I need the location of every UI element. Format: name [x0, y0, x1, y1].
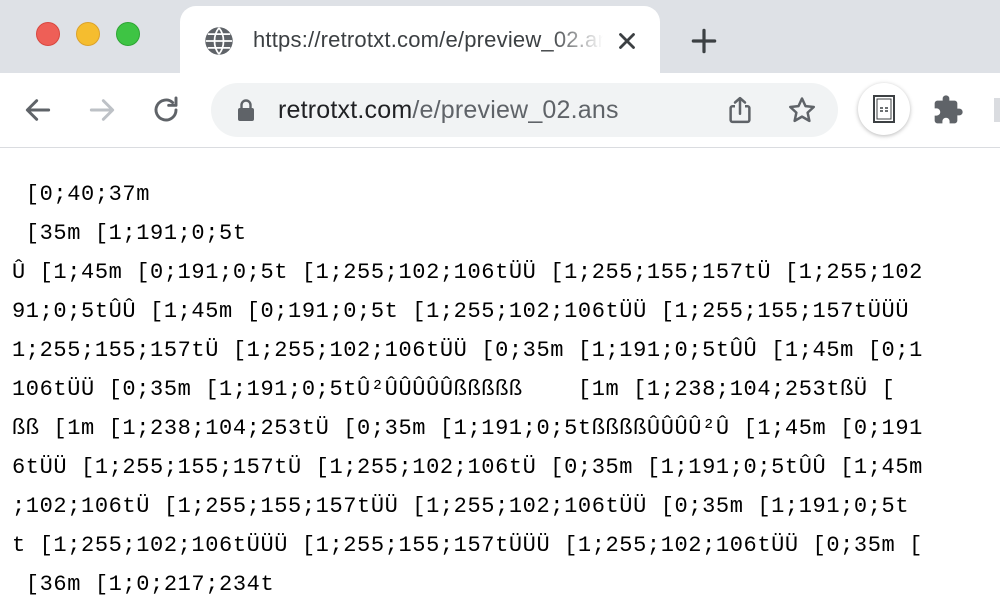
reload-icon[interactable]: [150, 94, 182, 126]
tab-title: https://retrotxt.com/e/preview_02.ans: [253, 27, 603, 52]
text-line: ßß [1m [1;238;104;253tÜ [0;35m [1;191;0;…: [12, 416, 923, 441]
active-tab[interactable]: https://retrotxt.com/e/preview_02.ans: [180, 6, 660, 73]
text-line: ;102;106tÜ [1;255;155;157tÜÜ [1;255;102;…: [12, 494, 910, 519]
text-line: Û [1;45m [0;191;0;5t [1;255;102;106tÜÜ […: [12, 260, 923, 285]
text-line: 91;0;5tÛÛ [1;45m [0;191;0;5t [1;255;102;…: [12, 299, 910, 324]
arrow-left-icon[interactable]: [22, 94, 54, 126]
text-line: [35m [1;191;0;5t: [12, 221, 247, 246]
text-line: 106tÜÜ [0;35m [1;191;0;5tÛ²ÛÛÛÛÛßßßßß [1…: [12, 377, 896, 402]
globe-icon: [205, 27, 233, 55]
retrotxt-extension-button[interactable]: [858, 83, 910, 135]
window-maximize-button[interactable]: [116, 22, 140, 46]
window-minimize-button[interactable]: [76, 22, 100, 46]
text-line: [36m [1;0;217;234t: [12, 572, 275, 597]
window-close-button[interactable]: [36, 22, 60, 46]
retrotxt-extension-icon: [873, 95, 895, 123]
star-icon[interactable]: [787, 95, 817, 125]
puzzle-icon[interactable]: [932, 94, 964, 126]
text-line: t [1;255;102;106tÜÜÜ [1;255;155;157tÜÜÜ …: [12, 533, 923, 558]
page-content: [0;40;37m [35m [1;191;0;5t Û [1;45m [0;1…: [0, 148, 1000, 600]
url-path: /e/preview_02.ans: [412, 96, 619, 124]
arrow-right-icon[interactable]: [86, 94, 118, 126]
lock-icon[interactable]: [235, 98, 257, 122]
text-line: [0;40;37m: [12, 182, 151, 207]
tab-strip: https://retrotxt.com/e/preview_02.ans: [0, 0, 1000, 73]
url-text[interactable]: retrotxt.com/e/preview_02.ans: [278, 96, 619, 125]
url-host: retrotxt.com: [278, 96, 413, 124]
toolbar: retrotxt.com/e/preview_02.ans: [0, 73, 1000, 148]
profile-button-edge[interactable]: [988, 98, 1000, 122]
text-line: 1;255;155;157tÜ [1;255;102;106tÜÜ [0;35m…: [12, 338, 923, 363]
share-icon[interactable]: [725, 95, 755, 125]
address-bar[interactable]: retrotxt.com/e/preview_02.ans: [211, 83, 838, 137]
plus-icon[interactable]: [688, 25, 720, 57]
text-line: 6tÜÜ [1;255;155;157tÜ [1;255;102;106tÜ […: [12, 455, 923, 480]
close-icon[interactable]: [614, 28, 640, 54]
